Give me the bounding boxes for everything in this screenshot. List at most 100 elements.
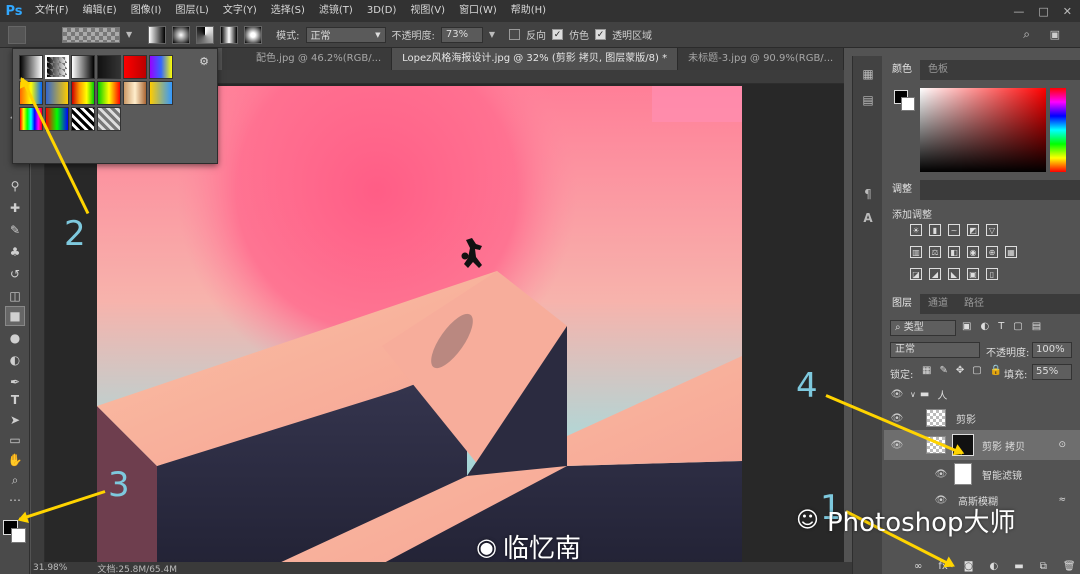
gradient-swatch[interactable] xyxy=(45,55,69,79)
bg-color-chip[interactable] xyxy=(901,97,915,111)
lock-image-icon[interactable]: ✎ xyxy=(939,365,947,376)
search-icon[interactable]: ⌕ xyxy=(1023,27,1030,42)
clone-stamp-tool-icon[interactable]: ♣ xyxy=(5,242,25,262)
gradient-swatch[interactable] xyxy=(123,81,147,105)
lock-transparent-icon[interactable]: ▦ xyxy=(922,365,931,376)
character-panel-icon[interactable]: A xyxy=(858,208,878,228)
menu-layer[interactable]: 图层(L) xyxy=(168,0,215,22)
menu-type[interactable]: 文字(Y) xyxy=(216,0,264,22)
chevron-down-icon[interactable]: ∨ xyxy=(910,390,916,399)
curves-icon[interactable]: ~ xyxy=(948,224,960,236)
opacity-input[interactable]: 73% xyxy=(440,26,483,43)
color-field[interactable] xyxy=(920,88,1046,172)
background-color-swatch[interactable] xyxy=(11,528,26,543)
layer-row-silhouette[interactable]: 👁 剪影 xyxy=(884,406,1080,430)
healing-brush-tool-icon[interactable]: ✚ xyxy=(5,198,25,218)
gradient-swatch[interactable] xyxy=(45,81,69,105)
threshold-icon[interactable]: ◣ xyxy=(948,268,960,280)
gradient-preview[interactable] xyxy=(62,26,120,43)
vibrance-icon[interactable]: ▽ xyxy=(986,224,998,236)
tab-document-3[interactable]: 未标题-3.jpg @ 90.9%(RGB/... xyxy=(678,48,845,70)
new-adjustment-icon[interactable]: ◐ xyxy=(990,561,999,572)
type-tool-icon[interactable]: T xyxy=(5,390,25,410)
smart-filter-icon[interactable]: ▤ xyxy=(1032,321,1041,332)
gradient-swatch[interactable] xyxy=(71,81,95,105)
eye-icon[interactable]: 👁 xyxy=(890,389,904,400)
menu-view[interactable]: 视图(V) xyxy=(403,0,452,22)
gradient-swatch[interactable] xyxy=(97,55,121,79)
adjustment-filter-icon[interactable]: ◐ xyxy=(980,321,989,332)
radial-gradient-button[interactable] xyxy=(172,25,191,44)
more-tools-icon[interactable]: ⋯ xyxy=(5,490,25,510)
brush-tool-icon[interactable]: ✎ xyxy=(5,220,25,240)
close-icon[interactable]: ✕ xyxy=(1063,5,1072,18)
eyedropper-tool-icon[interactable]: ⚲ xyxy=(5,176,25,196)
selective-color-icon[interactable]: ▣ xyxy=(967,268,979,280)
tab-channels[interactable]: 通道 xyxy=(920,294,956,314)
fill-input[interactable]: 55% xyxy=(1032,364,1072,380)
color-lookup-icon[interactable]: ▦ xyxy=(1005,246,1017,258)
gradient-swatch[interactable] xyxy=(71,107,95,131)
shape-filter-icon[interactable]: ▢ xyxy=(1013,321,1022,332)
dodge-tool-icon[interactable]: ◐ xyxy=(5,350,25,370)
tab-document-1[interactable]: 配色.jpg @ 46.2%(RGB/... xyxy=(222,48,393,70)
menu-window[interactable]: 窗口(W) xyxy=(452,0,504,22)
menu-help[interactable]: 帮助(H) xyxy=(504,0,553,22)
workspace-icon[interactable]: ▣ xyxy=(1050,28,1060,41)
tab-paths[interactable]: 路径 xyxy=(956,294,992,314)
minimize-icon[interactable]: — xyxy=(1013,5,1024,18)
pen-tool-icon[interactable]: ✒ xyxy=(5,372,25,392)
menu-filter[interactable]: 滤镜(T) xyxy=(312,0,360,22)
tab-document-2[interactable]: Lopez风格海报设计.jpg @ 32% (剪影 拷贝, 图层蒙版/8) * xyxy=(392,48,679,70)
maximize-icon[interactable]: □ xyxy=(1038,5,1048,18)
hue-slider[interactable] xyxy=(1050,88,1066,172)
channel-mixer-icon[interactable]: ⊕ xyxy=(986,246,998,258)
tab-color[interactable]: 颜色 xyxy=(884,60,920,80)
history-brush-tool-icon[interactable]: ↺ xyxy=(5,264,25,284)
layer-row-group[interactable]: 👁 ∨ ▬ 人 xyxy=(884,382,1080,406)
layer-opacity-input[interactable]: 100% xyxy=(1032,342,1072,358)
linear-gradient-button[interactable] xyxy=(148,25,167,44)
black-white-icon[interactable]: ◧ xyxy=(948,246,960,258)
blur-tool-icon[interactable]: ● xyxy=(5,328,25,348)
delete-layer-icon[interactable]: 🗑 xyxy=(1063,561,1076,572)
gradient-swatch[interactable] xyxy=(45,107,69,131)
layer-filter-select[interactable]: ⌕ 类型 xyxy=(890,320,956,336)
tab-swatches[interactable]: 色板 xyxy=(920,60,956,80)
chevron-down-icon[interactable]: ▼ xyxy=(126,30,132,39)
lock-artboard-icon[interactable]: ▢ xyxy=(972,365,981,376)
type-filter-icon[interactable]: T xyxy=(998,321,1004,332)
invert-icon[interactable]: ◪ xyxy=(910,268,922,280)
document-size[interactable]: 文档:25.8M/65.4M xyxy=(97,562,177,574)
gradient-swatch[interactable] xyxy=(149,55,173,79)
chevron-down-icon[interactable]: ▼ xyxy=(489,30,495,39)
rectangle-tool-icon[interactable]: ▭ xyxy=(5,430,25,450)
gradient-map-icon[interactable]: ▯ xyxy=(986,268,998,280)
lock-all-icon[interactable]: 🔒 xyxy=(990,365,1002,376)
reverse-checkbox[interactable] xyxy=(509,29,521,40)
exposure-icon[interactable]: ◩ xyxy=(967,224,979,236)
new-group-icon[interactable]: ▬ xyxy=(1014,561,1023,572)
new-layer-icon[interactable]: ⧉ xyxy=(1040,561,1047,572)
add-mask-icon[interactable]: ◙ xyxy=(964,561,974,572)
gear-icon[interactable]: ⚙ xyxy=(199,55,209,68)
mode-select[interactable]: 正常 ▼ xyxy=(305,26,386,43)
menu-3d[interactable]: 3D(D) xyxy=(360,0,404,22)
history-panel-icon[interactable]: ▦ xyxy=(858,64,878,84)
levels-icon[interactable]: ▮ xyxy=(929,224,941,236)
lock-position-icon[interactable]: ✥ xyxy=(956,365,964,376)
color-balance-icon[interactable]: ⚖ xyxy=(929,246,941,258)
gradient-swatch[interactable] xyxy=(97,81,121,105)
hand-tool-icon[interactable]: ✋ xyxy=(5,450,25,470)
gradient-tool-icon[interactable]: ■ xyxy=(5,306,25,326)
photo-filter-icon[interactable]: ◉ xyxy=(967,246,979,258)
tab-adjustments[interactable]: 调整 xyxy=(884,180,920,200)
pixel-filter-icon[interactable]: ▣ xyxy=(962,321,971,332)
tool-preset-button[interactable] xyxy=(8,25,26,44)
brightness-icon[interactable]: ☀ xyxy=(910,224,922,236)
hue-saturation-icon[interactable]: ▥ xyxy=(910,246,922,258)
angle-gradient-button[interactable] xyxy=(196,25,215,44)
filter-options-icon[interactable]: ≈ xyxy=(1058,495,1066,505)
gradient-swatch[interactable] xyxy=(123,55,147,79)
paragraph-panel-icon[interactable]: ¶ xyxy=(858,184,878,204)
